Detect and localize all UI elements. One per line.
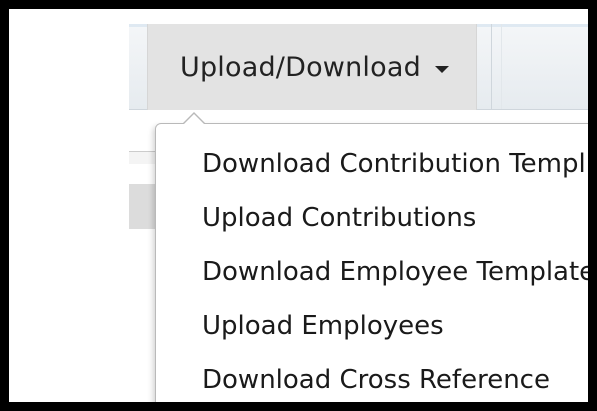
menu-button-label: Upload/Download: [180, 51, 421, 83]
menu-item-upload-contributions[interactable]: Upload Contributions: [156, 199, 588, 253]
toolbar: Upload/Download: [129, 24, 588, 110]
upload-download-menu-button[interactable]: Upload/Download: [147, 24, 477, 110]
menu-item-download-cross-reference[interactable]: Download Cross Reference: [156, 361, 588, 402]
upload-download-dropdown: Download Contribution Templ Upload Contr…: [155, 112, 588, 402]
screenshot-frame: Upload/Download Download Contribution Te…: [0, 0, 597, 411]
content-row-strip: [129, 184, 155, 229]
dropdown-menu-list: Download Contribution Templ Upload Contr…: [156, 124, 588, 402]
left-margin: [9, 9, 129, 402]
caret-down-icon: [434, 65, 449, 73]
menu-item-upload-employees[interactable]: Upload Employees: [156, 307, 588, 361]
content-header-strip: [129, 151, 155, 164]
dropdown-pointer-fill: [183, 114, 205, 125]
toolbar-divider: [501, 24, 502, 109]
toolbar-divider: [491, 24, 492, 109]
menu-item-download-contribution-template[interactable]: Download Contribution Templ: [156, 145, 588, 199]
menu-item-download-employee-template[interactable]: Download Employee Template: [156, 253, 588, 307]
